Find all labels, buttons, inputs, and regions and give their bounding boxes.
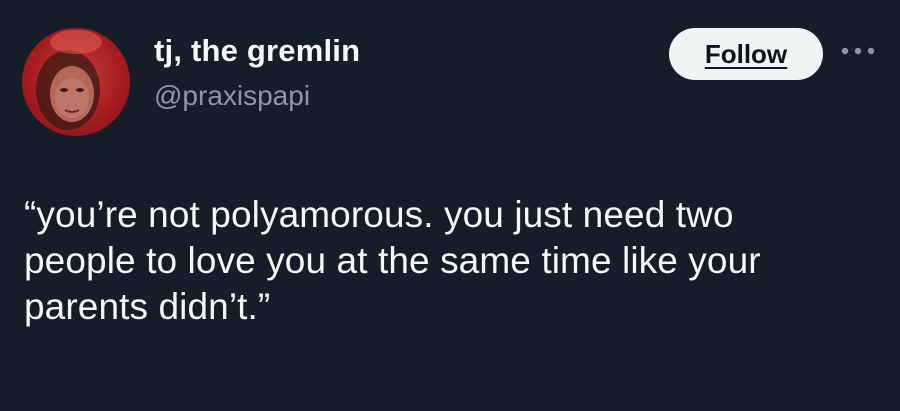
tweet-text: “you’re not polyamorous. you just need t… (24, 194, 761, 327)
avatar[interactable] (22, 28, 130, 136)
author-handle[interactable]: @praxispapi (154, 80, 310, 112)
more-options-button[interactable] (836, 38, 880, 64)
avatar-photo-icon (36, 30, 102, 130)
follow-button[interactable]: Follow (669, 28, 823, 80)
author-display-name[interactable]: tj, the gremlin (154, 33, 360, 69)
more-horizontal-icon (841, 47, 875, 55)
tweet-card: tj, the gremlin @praxispapi Follow “you’… (0, 0, 900, 411)
